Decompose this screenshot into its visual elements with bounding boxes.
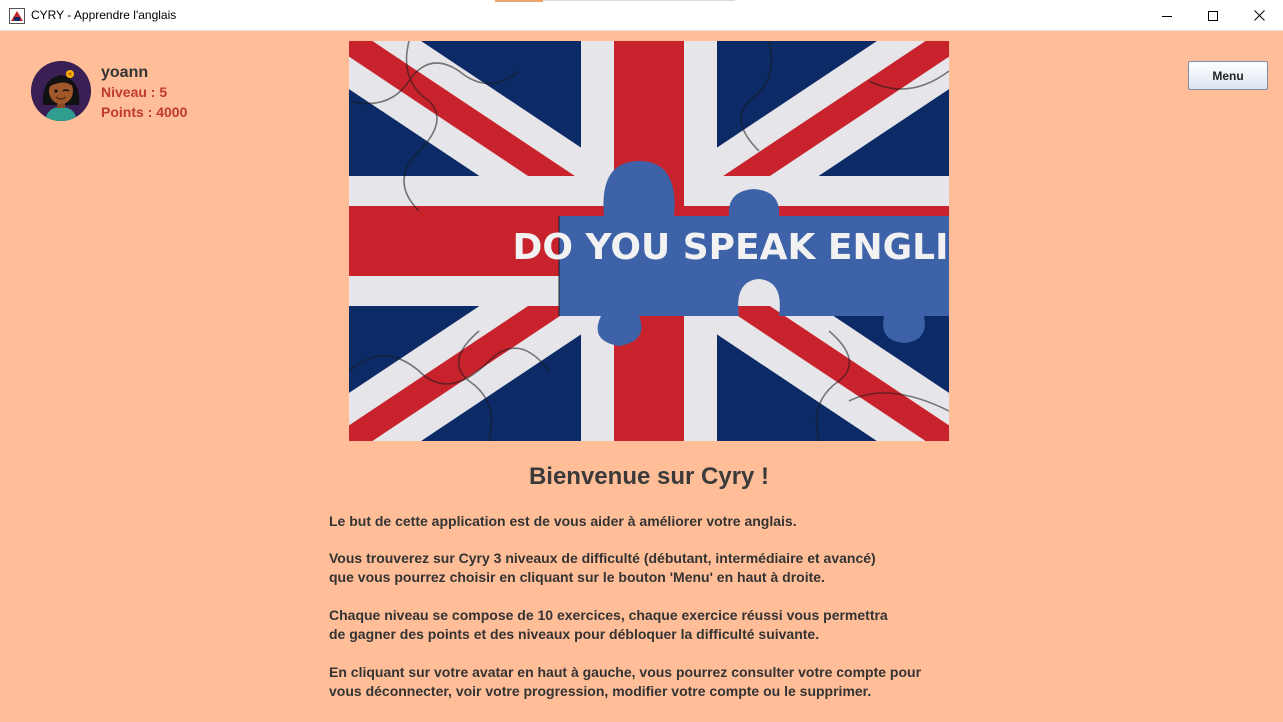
main-content: yoann Niveau : 5 Points : 4000 Menu DO Y… <box>1 31 1282 722</box>
intro-line: Le but de cette application est de vous … <box>329 513 797 529</box>
user-level: Niveau : 5 <box>101 84 168 100</box>
account-line-2: vous déconnecter, voir votre progression… <box>329 683 872 699</box>
minimize-button[interactable] <box>1144 0 1190 31</box>
window-title: CYRY - Apprendre l'anglais <box>31 8 177 22</box>
titlebar-accent <box>495 0 543 2</box>
close-icon <box>1253 10 1265 21</box>
menu-button[interactable]: Menu <box>1188 61 1268 90</box>
minimize-icon <box>1162 15 1172 17</box>
avatar[interactable] <box>31 61 91 121</box>
levels-line-2: que vous pourrez choisir en cliquant sur… <box>329 569 825 585</box>
levels-paragraph: Vous trouverez sur Cyry 3 niveaux de dif… <box>329 549 876 587</box>
banner-image: DO YOU SPEAK ENGLISH? <box>349 41 949 441</box>
titlebar-accent-line <box>543 0 735 1</box>
avatar-girl-flower-icon <box>31 61 91 121</box>
user-points: Points : 4000 <box>101 104 188 120</box>
app-icon <box>9 8 25 24</box>
exercises-line-1: Chaque niveau se compose de 10 exercices… <box>329 607 888 623</box>
window-titlebar: CYRY - Apprendre l'anglais <box>0 0 1283 31</box>
maximize-button[interactable] <box>1190 0 1236 31</box>
close-button[interactable] <box>1236 0 1282 31</box>
exercises-paragraph: Chaque niveau se compose de 10 exercices… <box>329 606 888 644</box>
intro-paragraph: Le but de cette application est de vous … <box>329 512 797 531</box>
account-paragraph: En cliquant sur votre avatar en haut à g… <box>329 663 921 701</box>
banner-text: DO YOU SPEAK ENGLISH? <box>513 227 949 268</box>
username: yoann <box>101 64 149 81</box>
union-jack-puzzle-image: DO YOU SPEAK ENGLISH? <box>349 41 949 441</box>
levels-line-1: Vous trouverez sur Cyry 3 niveaux de dif… <box>329 550 876 566</box>
maximize-icon <box>1208 10 1218 21</box>
exercises-line-2: de gagner des points et des niveaux pour… <box>329 626 820 642</box>
welcome-title: Bienvenue sur Cyry ! <box>528 463 770 490</box>
account-line-1: En cliquant sur votre avatar en haut à g… <box>329 664 922 680</box>
